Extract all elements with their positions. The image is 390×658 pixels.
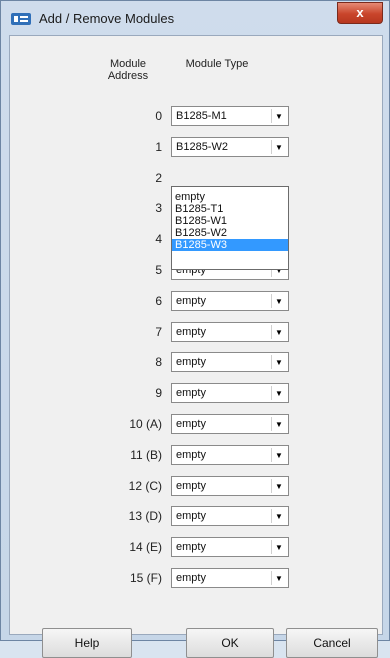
module-type-value: empty: [176, 387, 206, 399]
module-address-label: 13 (D): [128, 509, 162, 523]
chevron-down-icon[interactable]: ▼: [271, 448, 286, 462]
cancel-button[interactable]: Cancel: [286, 628, 378, 658]
module-type-value: empty: [176, 356, 206, 368]
module-type-select[interactable]: empty ▼: [171, 445, 289, 465]
module-address-header: Module Address: [107, 58, 149, 82]
module-address-label: 1: [155, 140, 162, 154]
module-type-value: empty: [176, 295, 206, 307]
module-type-value: empty: [176, 572, 206, 584]
module-type-select[interactable]: empty ▼: [171, 352, 289, 372]
window-title: Add / Remove Modules: [39, 11, 175, 26]
module-address-label: 4: [155, 232, 162, 246]
chevron-down-icon[interactable]: ▼: [271, 417, 286, 431]
module-type-value: empty: [176, 480, 206, 492]
chevron-down-icon[interactable]: ▼: [271, 325, 286, 339]
module-address-label: 6: [155, 294, 162, 308]
chevron-down-icon[interactable]: ▼: [271, 540, 286, 554]
module-type-value: empty: [176, 449, 206, 461]
module-address-label: 3: [155, 201, 162, 215]
module-type-select[interactable]: empty ▼: [171, 476, 289, 496]
module-type-select[interactable]: empty ▼: [171, 322, 289, 342]
chevron-down-icon[interactable]: ▼: [271, 109, 286, 123]
app-icon: [11, 13, 31, 25]
module-type-value: empty: [176, 326, 206, 338]
close-button[interactable]: x: [337, 2, 383, 24]
module-address-label: 15 (F): [129, 571, 162, 585]
chevron-down-icon[interactable]: ▼: [271, 571, 286, 585]
dialog-body: Module Address Module Type 0 B1285-M1 ▼ 1 B1…: [9, 35, 383, 658]
chevron-down-icon[interactable]: ▼: [271, 355, 286, 369]
module-type-select[interactable]: empty ▼: [171, 506, 289, 526]
module-type-select[interactable]: empty ▼: [171, 537, 289, 557]
dropdown-option[interactable]: B1285-W1: [172, 215, 288, 227]
chevron-down-icon[interactable]: ▼: [271, 140, 286, 154]
module-type-dropdown-list[interactable]: empty B1285-T1 B1285-W1 B1285-W2 B1285-W3: [171, 186, 289, 270]
module-type-header: Module Type: [185, 58, 249, 70]
module-address-label: 7: [155, 325, 162, 339]
module-type-select[interactable]: empty ▼: [171, 291, 289, 311]
ok-button[interactable]: OK: [186, 628, 274, 658]
module-type-select[interactable]: B1285-W2 ▼: [171, 137, 289, 157]
chevron-down-icon[interactable]: ▼: [271, 386, 286, 400]
module-type-select[interactable]: empty ▼: [171, 568, 289, 588]
dropdown-option[interactable]: empty: [172, 191, 288, 203]
dropdown-option[interactable]: B1285-W3: [172, 239, 288, 251]
add-remove-modules-dialog: Add / Remove Modules x Module Address Mo…: [0, 0, 390, 658]
module-address-label: 12 (C): [128, 479, 162, 493]
module-address-label: 8: [155, 355, 162, 369]
module-address-label: 0: [155, 109, 162, 123]
chevron-down-icon[interactable]: ▼: [271, 294, 286, 308]
module-address-label: 9: [155, 386, 162, 400]
module-type-select[interactable]: empty ▼: [171, 414, 289, 434]
help-button[interactable]: Help: [42, 628, 132, 658]
module-type-value: empty: [176, 541, 206, 553]
module-type-value: empty: [176, 510, 206, 522]
module-type-value: B1285-W2: [176, 141, 228, 153]
module-type-value: empty: [176, 418, 206, 430]
module-type-value: B1285-M1: [176, 110, 227, 122]
module-address-label: 11 (B): [130, 448, 162, 462]
module-address-label: 2: [155, 171, 162, 185]
chevron-down-icon[interactable]: ▼: [271, 479, 286, 493]
module-address-label: 14 (E): [129, 540, 162, 554]
module-address-label: 10 (A): [129, 417, 162, 431]
chevron-down-icon[interactable]: ▼: [271, 509, 286, 523]
module-type-select[interactable]: B1285-M1 ▼: [171, 106, 289, 126]
dropdown-option[interactable]: B1285-W2: [172, 227, 288, 239]
module-type-select[interactable]: empty ▼: [171, 383, 289, 403]
title-bar[interactable]: Add / Remove Modules x: [1, 1, 389, 35]
module-address-label: 5: [155, 263, 162, 277]
dropdown-option[interactable]: B1285-T1: [172, 203, 288, 215]
